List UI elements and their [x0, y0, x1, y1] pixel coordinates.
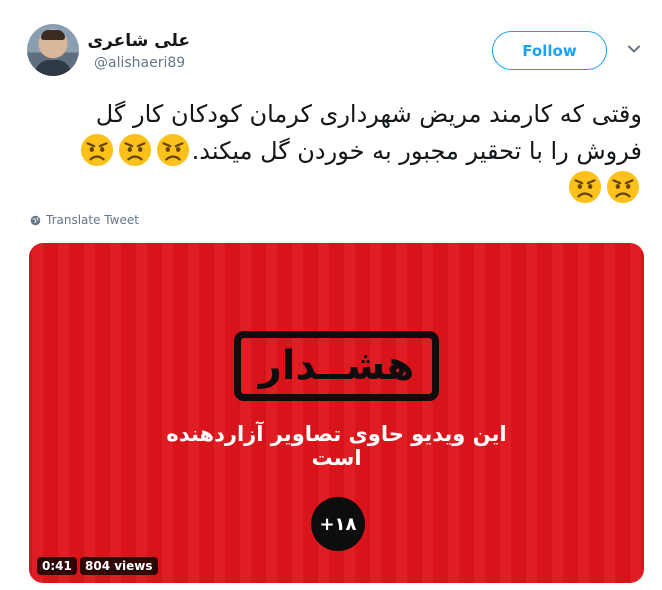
warning-subtitle: این ویدیو حاوی تصاویر آزاردهنده است: [166, 422, 507, 470]
age-rating-badge: +۱۸: [311, 497, 365, 551]
angry-face-icon: [568, 170, 602, 204]
angry-face-icon: [118, 133, 151, 167]
avatar-hair: [41, 30, 65, 40]
avatar[interactable]: [27, 24, 79, 76]
globe-icon: [30, 215, 41, 225]
follow-button[interactable]: Follow: [492, 31, 607, 70]
author-name[interactable]: علی شاعری: [87, 31, 190, 51]
angry-face-icon: [156, 133, 189, 167]
translate-tweet-link[interactable]: Translate Tweet: [30, 213, 139, 227]
angry-face-icon: [80, 133, 113, 167]
tweet-text-line-1: وقتی که کارمند مریض شهرداری کرمان کودکان…: [95, 100, 642, 128]
tweet-text-line-2-text: فروش را با تحقیر مجبور به خوردن گل میکند…: [191, 137, 642, 165]
emoji-row-1: [78, 133, 192, 167]
video-view-count: 804 views: [80, 557, 158, 575]
avatar-shirt: [35, 60, 71, 76]
emoji-row-2: [30, 170, 642, 207]
warning-title-box: هشــدار: [234, 331, 439, 401]
author-handle[interactable]: @alishaeri89: [94, 55, 185, 71]
video-player[interactable]: هشــدار این ویدیو حاوی تصاویر آزاردهنده …: [29, 243, 644, 583]
angry-face-icon: [606, 170, 640, 204]
tweet-text-line-2: فروش را با تحقیر مجبور به خوردن گل میکند…: [30, 133, 642, 170]
chevron-down-icon[interactable]: [627, 42, 641, 56]
video-duration: 0:41: [37, 557, 77, 575]
translate-label: Translate Tweet: [46, 213, 139, 227]
tweet-text: وقتی که کارمند مریض شهرداری کرمان کودکان…: [30, 96, 642, 207]
warning-title: هشــدار: [258, 343, 415, 389]
